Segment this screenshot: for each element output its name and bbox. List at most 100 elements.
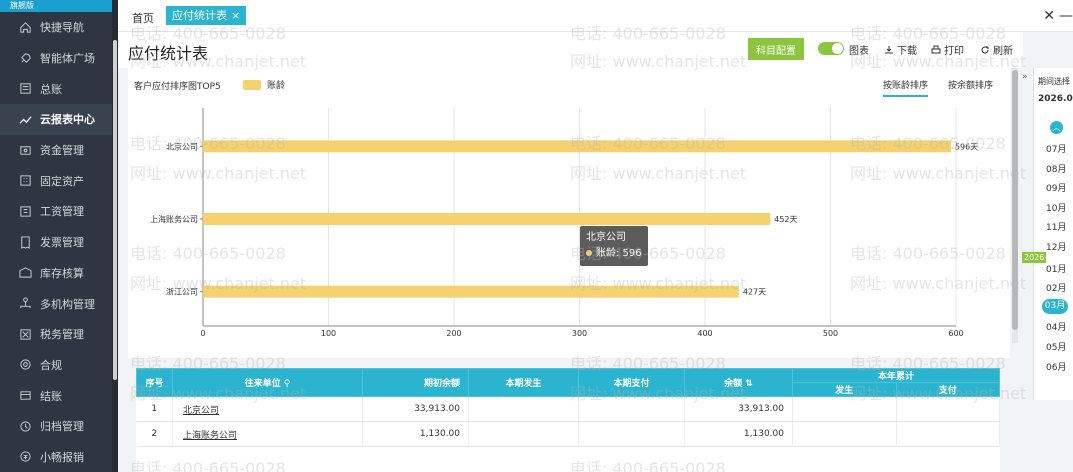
x-tick-label: 0 xyxy=(200,329,205,338)
sidebar-item[interactable]: 智能体广场 xyxy=(0,43,118,74)
download-icon xyxy=(885,45,893,53)
tooltip-value-row: 账龄: 596 xyxy=(586,246,642,262)
sidebar-item-label: 归档管理 xyxy=(40,420,84,434)
col-balance-label: 余额 xyxy=(724,379,743,389)
account-config-button[interactable]: 科目配置 xyxy=(748,38,804,60)
sidebar-item-label: 智能体广场 xyxy=(40,52,95,66)
download-label: 下载 xyxy=(897,46,917,57)
window-minimize-icon[interactable]: — xyxy=(1059,8,1073,24)
month-item[interactable]: 04月 xyxy=(1046,320,1066,333)
cell-opening: 1,130.00 xyxy=(362,421,469,447)
main-scrollbar[interactable] xyxy=(1012,68,1018,343)
sort-icon[interactable]: ⇅ xyxy=(745,379,753,389)
report-table: 序号 往来单位 ⚲ 期初余额 本期发生 本期支付 余额 ⇅ 本年累计 发生 支付… xyxy=(136,368,1000,447)
sidebar-item-label: 工资管理 xyxy=(40,205,84,219)
sidebar-item[interactable]: 小畅报销 xyxy=(0,442,118,472)
salary-icon xyxy=(18,204,32,218)
cell-partner-link[interactable]: 北京公司 xyxy=(172,396,363,422)
download-button[interactable]: 下载 xyxy=(884,42,917,57)
brand-label: 旗舰版 xyxy=(0,0,118,12)
sidebar-item[interactable]: 云报表中心 xyxy=(0,104,118,135)
col-year-pay: 支付 xyxy=(895,382,1000,397)
month-item[interactable]: 05月 xyxy=(1046,340,1066,353)
year-tag: 2026 xyxy=(1022,252,1047,263)
bar xyxy=(203,213,771,225)
month-item[interactable]: 12月 xyxy=(1046,240,1066,253)
cell-period-pay xyxy=(578,396,685,422)
sidebar-item[interactable]: 多机构管理 xyxy=(0,288,118,319)
main-scroll-thumb[interactable] xyxy=(1012,70,1018,330)
month-item[interactable]: 10月 xyxy=(1046,201,1066,214)
refresh-label: 刷新 xyxy=(993,46,1013,57)
cell-period-in xyxy=(468,421,579,447)
invoice-icon xyxy=(18,235,32,249)
month-item[interactable]: 11月 xyxy=(1046,220,1066,233)
sidebar-item[interactable]: 归档管理 xyxy=(0,411,118,442)
chart-panel: 客户应付排序图TOP5 账龄 按账龄排序 按余额排序 0 100 200 300 400… xyxy=(128,68,1010,358)
cell-year-pay xyxy=(896,421,1000,447)
tooltip-dot xyxy=(586,250,592,256)
category-label: 北京公司 xyxy=(166,141,198,151)
sidebar-scroll-thumb[interactable] xyxy=(113,40,117,380)
cell-period-in xyxy=(468,396,579,422)
cell-year-pay xyxy=(896,396,1000,422)
period-current: 2026.03 xyxy=(1038,94,1073,104)
chevron-up-icon[interactable]: ︿ xyxy=(1050,121,1063,134)
refresh-icon xyxy=(981,45,989,53)
col-partner[interactable]: 往来单位 ⚲ xyxy=(172,368,363,397)
bar xyxy=(203,140,951,153)
sidebar-item[interactable]: 发票管理 xyxy=(0,227,118,258)
month-item[interactable]: 01月 xyxy=(1046,262,1066,275)
col-index: 序号 xyxy=(136,368,173,397)
month-item[interactable]: 08月 xyxy=(1046,162,1066,175)
month-item[interactable]: 09月 xyxy=(1046,181,1066,194)
month-item[interactable]: 02月 xyxy=(1046,281,1066,294)
col-balance[interactable]: 余额 ⇅ xyxy=(684,368,793,397)
month-item[interactable]: 07月 xyxy=(1046,142,1066,155)
building-icon xyxy=(18,174,32,188)
refresh-button[interactable]: 刷新 xyxy=(980,42,1013,57)
toggle-knob xyxy=(832,43,843,54)
sidebar-item-label: 合规 xyxy=(40,358,62,372)
sidebar-item[interactable]: 资金管理 xyxy=(0,135,118,166)
month-item[interactable]: 03月 xyxy=(1042,298,1068,314)
tab-home[interactable]: 首页 xyxy=(132,10,154,26)
sidebar-item[interactable]: 快捷导航 xyxy=(0,12,118,43)
inventory-icon xyxy=(18,266,32,280)
collapse-panel-icon[interactable]: » xyxy=(1022,72,1028,82)
sidebar-item[interactable]: 总账 xyxy=(0,73,118,104)
sidebar-item[interactable]: 工资管理 xyxy=(0,196,118,227)
cell-partner-link[interactable]: 上海账务公司 xyxy=(172,421,363,447)
tab-payable-report[interactable]: 应付统计表 × xyxy=(166,6,247,25)
sidebar-item[interactable]: 固定资产 xyxy=(0,165,118,196)
chart-toggle[interactable] xyxy=(818,42,844,55)
sidebar-item[interactable]: 库存核算 xyxy=(0,258,118,289)
cell-balance: 1,130.00 xyxy=(684,421,793,447)
month-item[interactable]: 06月 xyxy=(1046,360,1066,373)
ledger-icon xyxy=(18,82,32,96)
sidebar-item[interactable]: 合规 xyxy=(0,350,118,381)
cell-balance: 33,913.00 xyxy=(684,396,793,422)
app-root: 旗舰版 快捷导航智能体广场总账云报表中心资金管理 固定资产工资管理发票管理 库存核算… xyxy=(0,0,1073,472)
print-button[interactable]: 打印 xyxy=(931,42,964,57)
tab-label: 应付统计表 xyxy=(172,9,227,22)
col-opening: 期初余额 xyxy=(362,368,469,397)
x-tick-label: 100 xyxy=(321,329,336,338)
x-tick-label: 400 xyxy=(697,329,712,338)
rocket-icon xyxy=(18,51,32,65)
chart-tooltip: 北京公司 账龄: 596 xyxy=(580,226,648,266)
table-row[interactable]: 2 上海账务公司 1,130.00 1,130.00 xyxy=(136,421,1000,447)
bar-chart: 0 100 200 300 400 500 600 北京公司 596天上海账务公司 452天浙江公… xyxy=(150,108,978,338)
window-close-icon[interactable]: ✕ xyxy=(1043,8,1055,24)
bar xyxy=(203,285,739,298)
tax-icon xyxy=(18,327,32,341)
filter-icon[interactable]: ⚲ xyxy=(284,379,291,389)
sidebar-scrollbar[interactable] xyxy=(112,0,118,472)
sidebar-item-label: 云报表中心 xyxy=(40,113,95,127)
value-label: 596天 xyxy=(955,142,978,151)
cell-year-in xyxy=(792,396,897,422)
table-row[interactable]: 1 北京公司 33,913.00 33,913.00 xyxy=(136,396,1000,422)
sidebar-item[interactable]: 结账 xyxy=(0,380,118,411)
sidebar-item[interactable]: 税务管理 xyxy=(0,319,118,350)
close-icon[interactable]: × xyxy=(231,6,240,25)
